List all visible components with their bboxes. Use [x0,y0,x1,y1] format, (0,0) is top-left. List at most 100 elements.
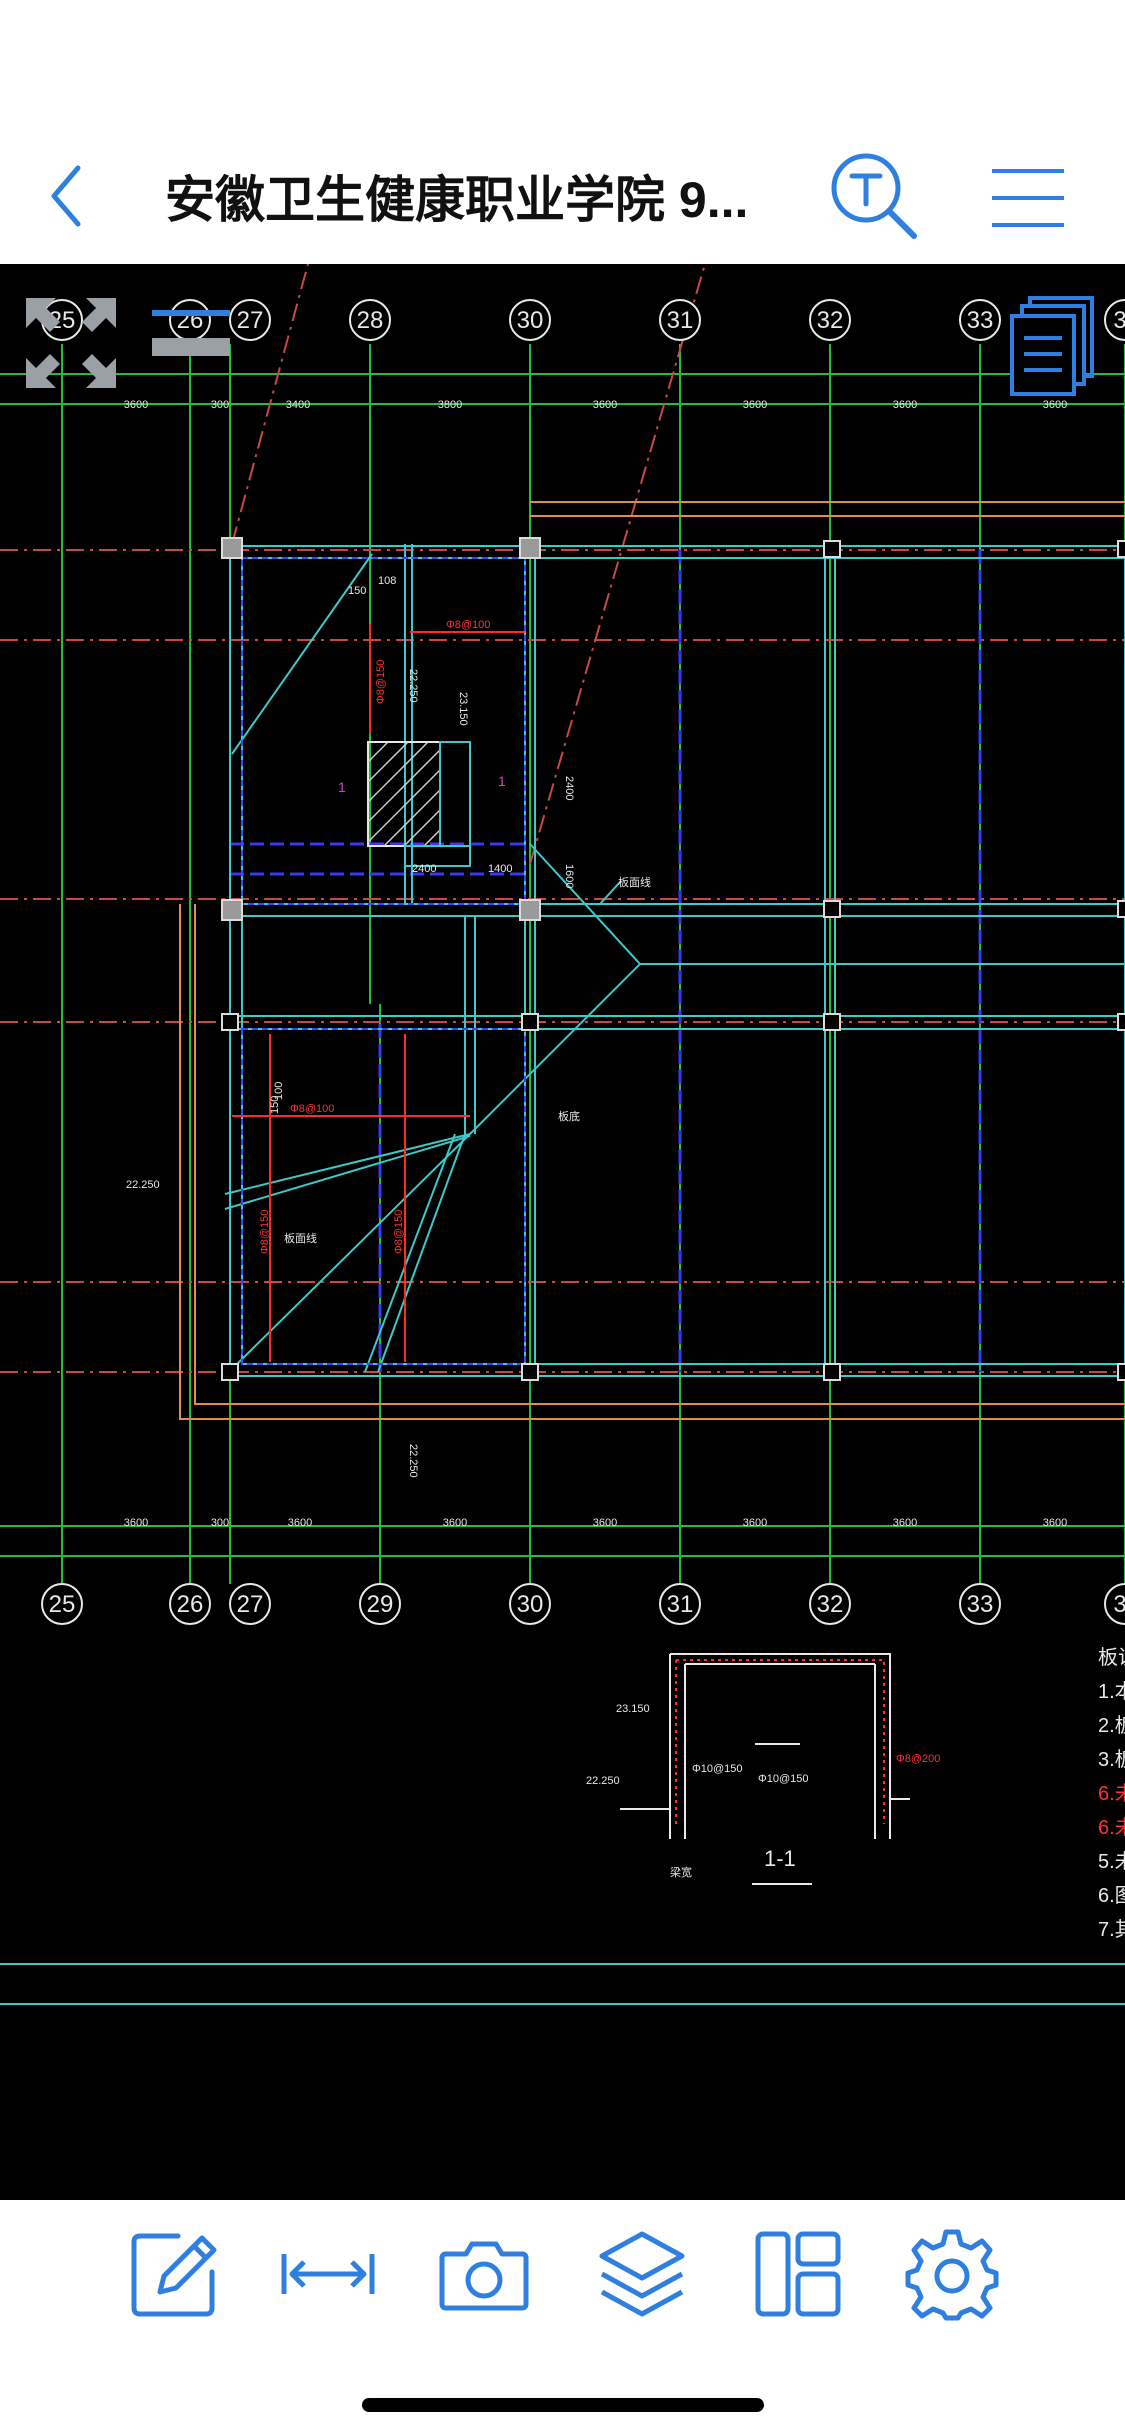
measure-button[interactable] [280,2226,376,2322]
axis-lines [0,264,1125,1373]
settings-icon [905,2229,999,2321]
measure-icon [281,2254,375,2294]
elevation-text: 22.250 [126,1179,160,1191]
hatched-column [367,741,471,867]
text-search-icon [831,153,917,239]
bottom-dimension-texts: 3600 300 3600 3600 3600 3600 3600 3600 [124,1517,1067,1529]
dim-text: 3600 [743,399,767,411]
rebar-text: Φ8@150 [259,1210,271,1254]
dim-text: 108 [378,575,396,587]
menu-button[interactable] [990,165,1066,231]
axis-label: 26 [177,1591,204,1618]
document-stack-icon [1010,296,1094,396]
section-title: 1-1 [764,1846,796,1871]
chevron-left-icon [51,165,81,227]
axis-label: 32 [817,1591,844,1618]
axis-label: 29 [367,1591,394,1618]
section-mark: 1 [498,773,506,789]
dim-text: 3600 [1043,399,1067,411]
notes: 板说 1.本 2.板 3.板 6.未 6.未 5.未 6.图 7.其 [1098,1646,1125,1941]
note-line: 板说 [1098,1646,1125,1669]
screenshot-button[interactable] [436,2226,532,2322]
dim-text: 3600 [893,399,917,411]
line-width-button[interactable] [150,302,232,362]
rebar-text: Φ8@200 [896,1753,940,1765]
section-detail: 23.150 22.250 Φ10@150 Φ10@150 梁宽 Φ8@200 … [586,1653,940,1885]
layers-icon [599,2231,685,2317]
dim-text: 1400 [488,863,512,875]
fullscreen-arrows-icon [26,298,116,388]
note-line: 6.未 [1098,1816,1125,1839]
bottom-toolbar [0,2200,1125,2436]
axis-label: 28 [357,307,384,334]
rebar-text: Φ8@100 [446,619,490,631]
section-label: 梁宽 [670,1865,692,1879]
note-line: 2.板 [1098,1714,1125,1737]
edit-icon [131,2233,217,2317]
dim-text: 300 [211,399,229,411]
note-line: 7.其 [1098,1918,1125,1941]
rebar-text: Φ10@150 [758,1773,809,1785]
axis-label: 30 [517,1591,544,1618]
elevation-text: 22.250 [586,1775,620,1787]
bottom-axis-bubbles [41,1583,1125,1625]
walls [224,544,1125,1377]
dim-text: 100 [273,1082,285,1100]
dim-text: 2400 [412,863,436,875]
layout-icon [755,2231,841,2317]
rebar-text: Φ10@150 [692,1763,743,1775]
annotate-button[interactable] [126,2226,222,2322]
axis-label: 31 [667,1591,694,1618]
dim-text: 150 [348,585,366,597]
dim-text: 2400 [563,776,575,800]
elevation-text: 23.150 [616,1703,650,1715]
note-line: 3.板 [1098,1748,1125,1771]
axis-label: 32 [817,307,844,334]
line-width-icon [152,310,230,356]
layout-button[interactable] [750,2226,846,2322]
axis-label: 30 [517,307,544,334]
dim-text: 3600 [893,1517,917,1529]
section-mark: 1 [338,779,346,795]
axis-label: 25 [49,1591,76,1618]
leader-text: 板面线 [284,1231,317,1245]
leader-text: 板底 [558,1109,580,1123]
dim-text: 3600 [593,1517,617,1529]
dim-text: 3600 [593,399,617,411]
axis-label: 33 [967,307,994,334]
note-line: 6.图 [1098,1885,1125,1907]
elevation-text: 23.150 [457,692,469,726]
layers-button[interactable] [594,2226,690,2322]
dim-text: 300 [211,1517,229,1529]
note-line: 1.本 [1098,1680,1125,1703]
text-search-button[interactable] [828,150,920,242]
elevation-text: 22.250 [407,669,419,703]
dim-text: 3600 [124,1517,148,1529]
dim-text: 3600 [124,399,148,411]
rebar-text: Φ8@100 [290,1103,334,1115]
back-button[interactable] [40,160,100,232]
home-indicator [362,2398,764,2412]
beams [230,550,982,1372]
fullscreen-button[interactable] [22,294,120,392]
columns-small [221,540,1125,1381]
leader-text: 板面线 [618,875,651,889]
top-navigation-bar: 安徽卫生健康职业学院 9... [0,0,1125,264]
note-line: 6.未 [1098,1782,1125,1805]
title-block-lines [0,1963,1125,2005]
note-line: 5.未 [1098,1850,1125,1873]
cad-drawing-canvas[interactable]: 25 26 27 28 30 31 32 33 3 3600 300 3400 … [0,264,1125,2200]
axis-label: 27 [237,1591,264,1618]
dim-text: 3800 [438,399,462,411]
axis-label: 27 [237,307,264,334]
cad-drawing: 25 26 27 28 30 31 32 33 3 3600 300 3400 … [0,264,1125,2005]
axis-label: 3 [1113,307,1125,334]
settings-button[interactable] [904,2226,1000,2322]
axis-label: 31 [667,307,694,334]
dim-text: 3600 [743,1517,767,1529]
rebar-text: Φ8@150 [375,660,387,704]
dim-text: 3400 [286,399,310,411]
rebar-text: Φ8@150 [393,1210,405,1254]
document-stack-button[interactable] [1008,294,1098,398]
axis-label: 3 [1113,1591,1125,1618]
